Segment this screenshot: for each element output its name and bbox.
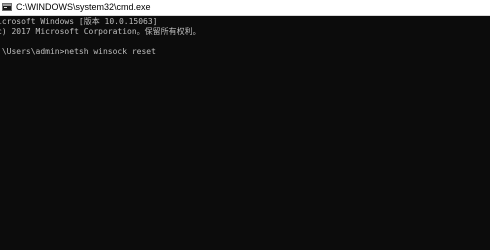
console-line-version: icrosoft Windows [版本 10.0.15063]: [0, 17, 158, 26]
console-command-line[interactable]: :\Users\admin>netsh winsock reset: [0, 47, 156, 57]
console-line-copyright: c) 2017 Microsoft Corporation。保留所有权利。: [0, 27, 201, 36]
window-title: C:\WINDOWS\system32\cmd.exe: [16, 2, 151, 12]
cmd-console-icon[interactable]: [2, 3, 12, 11]
cmd-window: C:\WINDOWS\system32\cmd.exe icrosoft Win…: [0, 0, 490, 250]
console-output-area[interactable]: icrosoft Windows [版本 10.0.15063] c) 2017…: [0, 16, 490, 250]
window-titlebar[interactable]: C:\WINDOWS\system32\cmd.exe: [0, 0, 490, 16]
